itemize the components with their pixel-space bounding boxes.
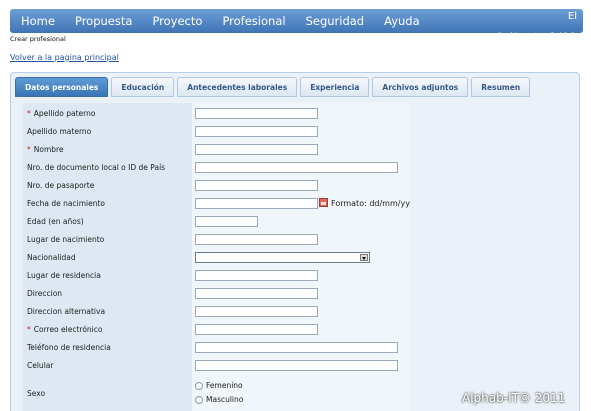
lugar-residencia-input[interactable] bbox=[195, 270, 318, 281]
field-row-direccion: Direccion bbox=[23, 285, 410, 303]
field-row-correo: * Correo electrónico bbox=[23, 321, 410, 339]
nav-profesional[interactable]: Profesional bbox=[212, 14, 295, 28]
main-menu: Home Propuesta Proyecto Profesional Segu… bbox=[10, 9, 430, 33]
apellido-paterno-input[interactable] bbox=[195, 108, 318, 119]
field-row-direccion-alternativa: Direccion alternativa bbox=[23, 303, 410, 321]
nacionalidad-select[interactable] bbox=[195, 252, 370, 263]
radio-femenino-circle[interactable] bbox=[195, 381, 203, 390]
edad-input[interactable] bbox=[195, 216, 258, 227]
calendar-icon[interactable] bbox=[319, 198, 328, 207]
user-name: El bbox=[567, 11, 577, 22]
apellido-materno-input[interactable] bbox=[195, 126, 318, 137]
nav-propuesta[interactable]: Propuesta bbox=[65, 14, 142, 28]
field-row-lugar-residencia: Lugar de residencia bbox=[23, 267, 410, 285]
tab-datos-personales[interactable]: Datos personales bbox=[15, 77, 109, 97]
dropdown-arrow-icon[interactable] bbox=[360, 254, 368, 261]
nav-ayuda[interactable]: Ayuda bbox=[374, 14, 430, 28]
label-fecha-nacimiento: Fecha de nacimiento bbox=[27, 199, 105, 208]
label-lugar-nacimiento: Lugar de nacimiento bbox=[27, 235, 105, 244]
field-row-edad: Edad (en años) bbox=[23, 213, 410, 231]
label-text: Correo electrónico bbox=[33, 325, 103, 334]
correo-input[interactable] bbox=[195, 324, 318, 335]
radio-femenino[interactable]: Femenino bbox=[195, 381, 243, 390]
personal-data-form: * Apellido paterno Apellido materno * Nomb… bbox=[23, 103, 410, 411]
required-marker: * bbox=[27, 109, 31, 118]
label-text: Apellido paterno bbox=[33, 109, 96, 118]
back-to-home-link[interactable]: Volver a la pagina principal bbox=[10, 53, 119, 62]
nav-home[interactable]: Home bbox=[10, 14, 65, 28]
radio-masculino-label: Masculino bbox=[206, 395, 244, 404]
label-correo: * Correo electrónico bbox=[27, 325, 102, 334]
field-row-sexo: Sexo Femenino Masculino bbox=[23, 375, 410, 411]
nav-proyecto[interactable]: Proyecto bbox=[142, 14, 212, 28]
field-row-fecha-nacimiento: Fecha de nacimiento Formato: dd/mm/yy bbox=[23, 195, 410, 213]
label-sexo: Sexo bbox=[27, 389, 46, 398]
lugar-nacimiento-input[interactable] bbox=[195, 234, 318, 245]
radio-masculino-circle[interactable] bbox=[195, 395, 203, 404]
date-format-hint: Formato: dd/mm/yy bbox=[331, 199, 410, 208]
label-lugar-residencia: Lugar de residencia bbox=[27, 271, 101, 280]
label-text: Nombre bbox=[33, 145, 64, 154]
field-row-apellido-paterno: * Apellido paterno bbox=[23, 105, 410, 123]
tab-bar: Datos personales Educación Antecedentes … bbox=[15, 77, 533, 97]
direccion-input[interactable] bbox=[195, 288, 318, 299]
field-row-telefono: Teléfono de residencia bbox=[23, 339, 410, 357]
label-telefono: Teléfono de residencia bbox=[27, 343, 111, 352]
pasaporte-input[interactable] bbox=[195, 180, 318, 191]
field-row-pasaporte: Nro. de pasaporte bbox=[23, 177, 410, 195]
radio-masculino[interactable]: Masculino bbox=[195, 395, 243, 404]
tab-educacion[interactable]: Educación bbox=[111, 77, 175, 97]
label-pasaporte: Nro. de pasaporte bbox=[27, 181, 95, 190]
label-celular: Celular bbox=[27, 361, 54, 370]
required-marker: * bbox=[27, 145, 31, 154]
user-links-separator: | bbox=[559, 32, 562, 39]
required-marker: * bbox=[27, 325, 31, 334]
radio-femenino-label: Femenino bbox=[206, 381, 243, 390]
label-direccion: Direccion bbox=[27, 289, 63, 298]
label-edad: Edad (en años) bbox=[27, 217, 84, 226]
telefono-input[interactable] bbox=[195, 342, 398, 353]
nombre-input[interactable] bbox=[195, 144, 318, 155]
field-row-documento: Nro. de documento local o ID de País bbox=[23, 159, 410, 177]
tab-experiencia[interactable]: Experiencia bbox=[300, 77, 370, 97]
tab-antecedentes-laborales[interactable]: Antecedentes laborales bbox=[177, 77, 298, 97]
field-row-lugar-nacimiento: Lugar de nacimiento bbox=[23, 231, 410, 249]
field-row-celular: Celular bbox=[23, 357, 410, 375]
form-panel: Datos personales Educación Antecedentes … bbox=[10, 72, 580, 411]
field-row-nacionalidad: Nacionalidad bbox=[23, 249, 410, 267]
page-title: Crear profesional bbox=[10, 35, 66, 43]
top-nav-bar: Home Propuesta Proyecto Profesional Segu… bbox=[10, 9, 583, 39]
tab-archivos-adjuntos[interactable]: Archivos adjuntos bbox=[372, 77, 469, 97]
fecha-nacimiento-input[interactable] bbox=[195, 198, 318, 209]
label-nacionalidad: Nacionalidad bbox=[27, 253, 76, 262]
user-box: El Cambiar contraseña | Salir bbox=[497, 11, 577, 41]
field-row-apellido-materno: Apellido materno bbox=[23, 123, 410, 141]
documento-input[interactable] bbox=[195, 162, 398, 173]
celular-input[interactable] bbox=[195, 360, 398, 371]
label-apellido-paterno: * Apellido paterno bbox=[27, 109, 95, 118]
label-documento: Nro. de documento local o ID de País bbox=[27, 163, 166, 172]
logout-link[interactable]: Salir bbox=[564, 32, 577, 39]
label-direccion-alternativa: Direccion alternativa bbox=[27, 307, 106, 316]
user-links: Cambiar contraseña | Salir bbox=[497, 32, 577, 39]
label-apellido-materno: Apellido materno bbox=[27, 127, 92, 136]
tab-resumen[interactable]: Resumen bbox=[471, 77, 531, 97]
field-row-nombre: * Nombre bbox=[23, 141, 410, 159]
change-password-link[interactable]: Cambiar contraseña bbox=[497, 32, 558, 39]
watermark: Alphab-IT© 2011 bbox=[462, 391, 566, 405]
direccion-alternativa-input[interactable] bbox=[195, 306, 318, 317]
label-nombre: * Nombre bbox=[27, 145, 64, 154]
nav-seguridad[interactable]: Seguridad bbox=[296, 14, 375, 28]
